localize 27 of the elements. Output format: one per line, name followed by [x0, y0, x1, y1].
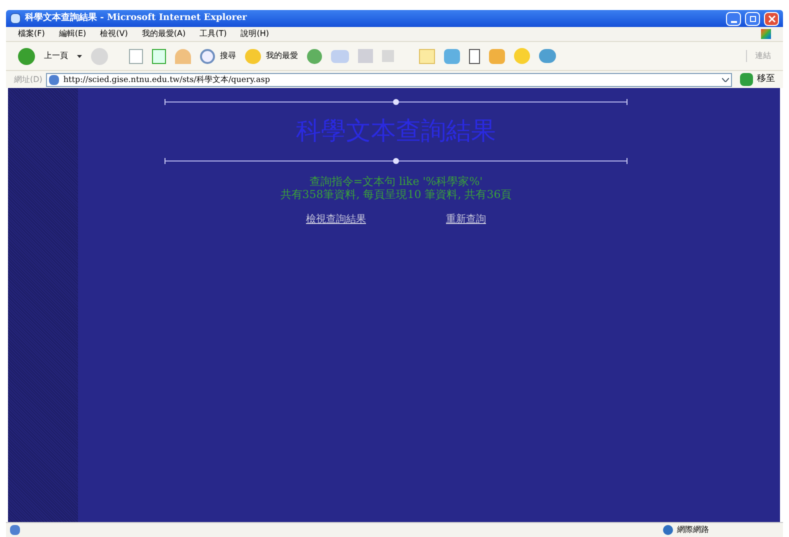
- back-button[interactable]: 上一頁: [44, 50, 68, 62]
- result-summary: 共有358筆資料, 每頁呈現10 筆資料, 共有36頁: [280, 188, 512, 201]
- dropdown-caret-icon[interactable]: [77, 54, 82, 58]
- restore-button[interactable]: [745, 12, 760, 26]
- menu-item[interactable]: 我的最愛(A): [142, 28, 186, 40]
- search-button[interactable]: 搜尋: [220, 50, 236, 62]
- browser-icon: [10, 13, 21, 24]
- close-icon: [768, 14, 776, 22]
- menu-item[interactable]: 檔案(F): [18, 28, 45, 40]
- windows-logo-icon: [761, 29, 771, 39]
- minimize-button[interactable]: [726, 12, 741, 26]
- window-title: 科學文本查詢結果 - Microsoft Internet Explorer: [25, 12, 248, 25]
- go-button[interactable]: 移至: [757, 72, 775, 86]
- menu-item[interactable]: 工具(T): [200, 28, 227, 40]
- text-link[interactable]: 檢視查詢結果: [306, 212, 366, 227]
- text-link[interactable]: 重新查詢: [446, 212, 486, 227]
- menu-item[interactable]: 檢視(V): [100, 28, 128, 40]
- dropdown-caret-icon[interactable]: [722, 78, 729, 82]
- address-label: 網址(D): [14, 74, 42, 86]
- close-button[interactable]: [764, 12, 779, 26]
- status-zone: 網際網路: [677, 524, 709, 536]
- query-text: 查詢指令=文本句 like '%科學家%': [309, 175, 483, 188]
- menu-item[interactable]: 編輯(E): [58, 28, 86, 40]
- menu-item[interactable]: 說明(H): [240, 28, 269, 40]
- page-heading: 科學文本查詢結果: [296, 118, 496, 143]
- favorites-button[interactable]: 我的最愛: [266, 50, 298, 62]
- address-field[interactable]: http://scied.gise.ntnu.edu.tw/sts/科學文本/query.asp: [46, 72, 732, 86]
